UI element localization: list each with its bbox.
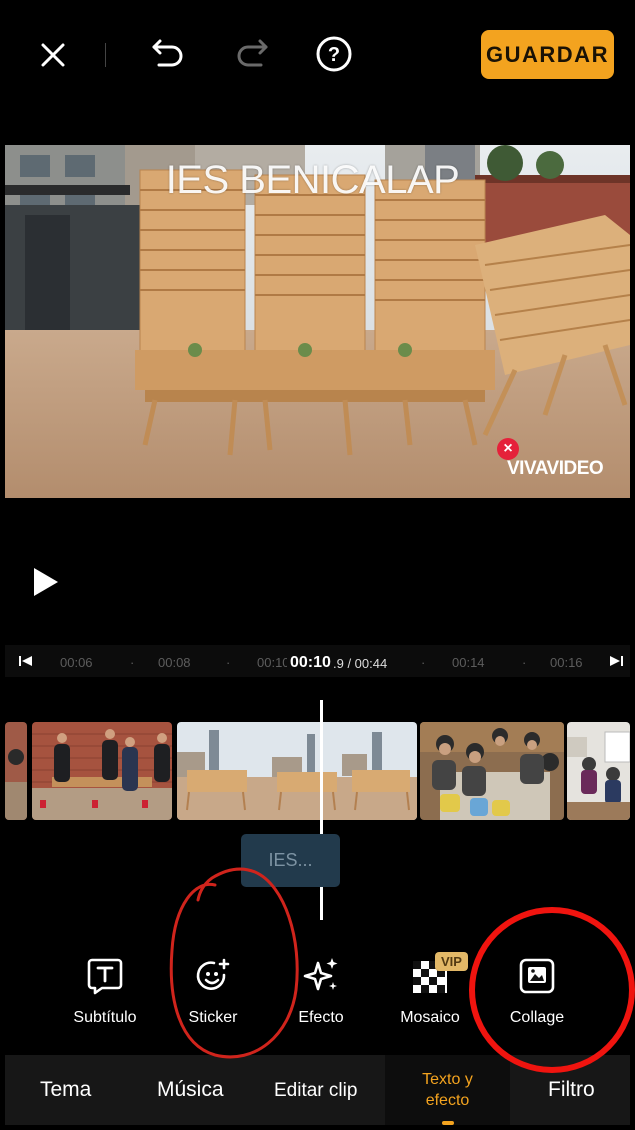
ruler-tick: 00:10 bbox=[257, 655, 287, 670]
play-icon[interactable] bbox=[32, 566, 60, 603]
jump-start-icon[interactable] bbox=[18, 654, 34, 673]
clip-strip[interactable] bbox=[5, 722, 630, 820]
tab-edit-clip[interactable]: Editar clip bbox=[274, 1080, 357, 1102]
tool-label: Mosaico bbox=[400, 1009, 460, 1026]
tool-effect[interactable]: Efecto bbox=[271, 950, 371, 1027]
collage-icon bbox=[487, 950, 587, 995]
tool-subtitle[interactable]: Subtítulo bbox=[55, 950, 155, 1027]
clip-thumbnail[interactable] bbox=[32, 722, 172, 820]
ruler-dot: · bbox=[522, 655, 527, 670]
sticker-icon bbox=[163, 950, 263, 995]
ruler-tick: 00:14 bbox=[452, 655, 485, 670]
ruler-dot: · bbox=[421, 655, 426, 670]
playhead[interactable] bbox=[320, 700, 323, 920]
save-button[interactable]: GUARDAR bbox=[481, 30, 614, 79]
tab-text-effect[interactable]: Texto y efecto bbox=[385, 1055, 510, 1125]
subtitle-icon bbox=[55, 950, 155, 995]
ruler-tick: 00:16 bbox=[550, 655, 583, 670]
tool-label: Efecto bbox=[298, 1009, 344, 1026]
watermark-close-icon[interactable]: × bbox=[497, 438, 519, 460]
tab-text-effect-label: Texto y efecto bbox=[422, 1071, 473, 1109]
ruler-dot: · bbox=[130, 655, 135, 670]
ruler-tick: 00:06 bbox=[60, 655, 93, 670]
ruler-dot: · bbox=[226, 655, 231, 670]
watermark: VIVAVIDEO bbox=[507, 458, 604, 479]
clip-thumbnail[interactable] bbox=[567, 722, 630, 820]
close-icon[interactable] bbox=[36, 38, 70, 72]
clip-thumbnail-selected[interactable] bbox=[177, 722, 417, 820]
tool-sticker[interactable]: Sticker bbox=[163, 950, 263, 1027]
total-time: .9 / 00:44 bbox=[333, 656, 388, 671]
tab-active-indicator bbox=[442, 1121, 454, 1125]
jump-end-icon[interactable] bbox=[608, 654, 624, 673]
undo-icon[interactable] bbox=[148, 34, 188, 74]
clip-thumbnail[interactable] bbox=[420, 722, 564, 820]
effect-icon bbox=[271, 950, 371, 995]
tool-label: Collage bbox=[509, 1009, 565, 1026]
clip-thumbnail[interactable] bbox=[5, 722, 27, 820]
toolbar-divider bbox=[105, 43, 106, 67]
svg-text:?: ? bbox=[328, 44, 340, 66]
tab-filter[interactable]: Filtro bbox=[548, 1078, 595, 1102]
vip-badge: VIP bbox=[435, 952, 468, 971]
current-time: 00:10 bbox=[290, 654, 331, 671]
tool-collage[interactable]: Collage bbox=[487, 950, 587, 1027]
help-icon[interactable]: ? bbox=[314, 34, 354, 74]
tool-label: Sticker bbox=[188, 1009, 238, 1026]
video-overlay-text[interactable]: IES BENICALAP bbox=[0, 158, 625, 203]
redo-icon[interactable] bbox=[232, 34, 272, 74]
text-track-clip[interactable]: IES... bbox=[241, 834, 340, 887]
ruler-tick: 00:08 bbox=[158, 655, 191, 670]
tab-theme[interactable]: Tema bbox=[40, 1078, 91, 1102]
tab-music[interactable]: Música bbox=[157, 1078, 224, 1102]
tool-label: Subtítulo bbox=[73, 1009, 137, 1026]
